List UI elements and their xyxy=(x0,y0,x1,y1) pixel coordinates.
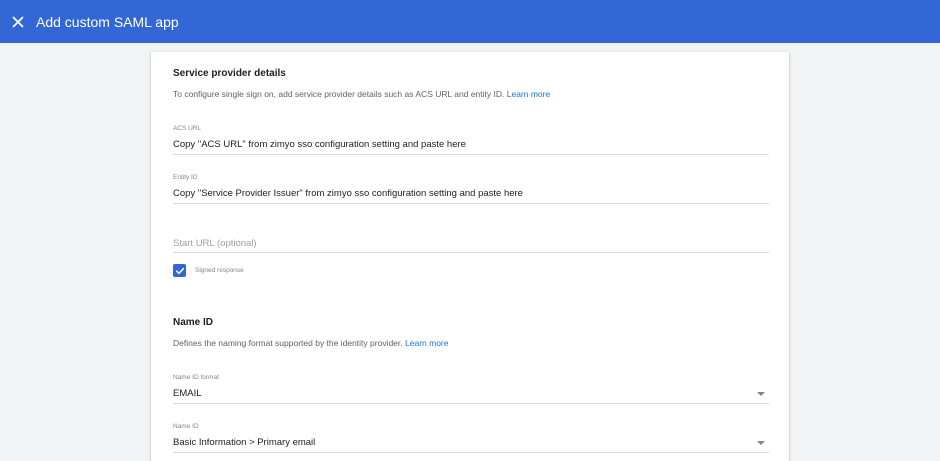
name-id-learn-more-link[interactable]: Learn more xyxy=(405,338,448,348)
saml-config-card: Service provider details To configure si… xyxy=(151,52,789,461)
start-url-field[interactable]: Start URL (optional) xyxy=(173,238,769,253)
page-title: Add custom SAML app xyxy=(36,13,179,30)
start-url-placeholder: Start URL (optional) xyxy=(173,238,257,249)
service-provider-details-description: To configure single sign on, add service… xyxy=(173,89,550,99)
chevron-down-icon xyxy=(757,392,765,396)
close-icon xyxy=(12,16,24,27)
acs-url-field[interactable]: ACS URL Copy "ACS URL" from zimyo sso co… xyxy=(173,125,769,155)
checkmark-icon xyxy=(175,267,184,274)
entity-id-field[interactable]: Entity ID Copy "Service Provider Issuer"… xyxy=(173,174,769,204)
name-id-format-value: EMAIL xyxy=(173,388,202,399)
name-id-description-text: Defines the naming format supported by t… xyxy=(173,338,403,348)
service-provider-details-heading: Service provider details xyxy=(173,68,286,79)
name-id-value: Basic Information > Primary email xyxy=(173,437,316,448)
name-id-format-label: Name ID format xyxy=(173,374,219,381)
name-id-format-select[interactable]: Name ID format EMAIL xyxy=(173,374,769,404)
top-app-bar: Add custom SAML app xyxy=(0,0,940,43)
name-id-description: Defines the naming format supported by t… xyxy=(173,338,448,348)
signed-response-checkbox[interactable] xyxy=(173,264,186,277)
close-button[interactable] xyxy=(10,14,26,30)
name-id-select[interactable]: Name ID Basic Information > Primary emai… xyxy=(173,423,769,453)
learn-more-link[interactable]: Learn more xyxy=(507,89,550,99)
service-provider-details-text: To configure single sign on, add service… xyxy=(173,89,505,99)
name-id-label: Name ID xyxy=(173,423,199,430)
entity-id-value: Copy "Service Provider Issuer" from zimy… xyxy=(173,188,523,199)
signed-response-label: Signed response xyxy=(195,267,244,274)
acs-url-value: Copy "ACS URL" from zimyo sso configurat… xyxy=(173,139,466,150)
entity-id-label: Entity ID xyxy=(173,174,198,181)
name-id-heading: Name ID xyxy=(173,317,214,328)
chevron-down-icon xyxy=(757,441,765,445)
acs-url-label: ACS URL xyxy=(173,125,202,132)
